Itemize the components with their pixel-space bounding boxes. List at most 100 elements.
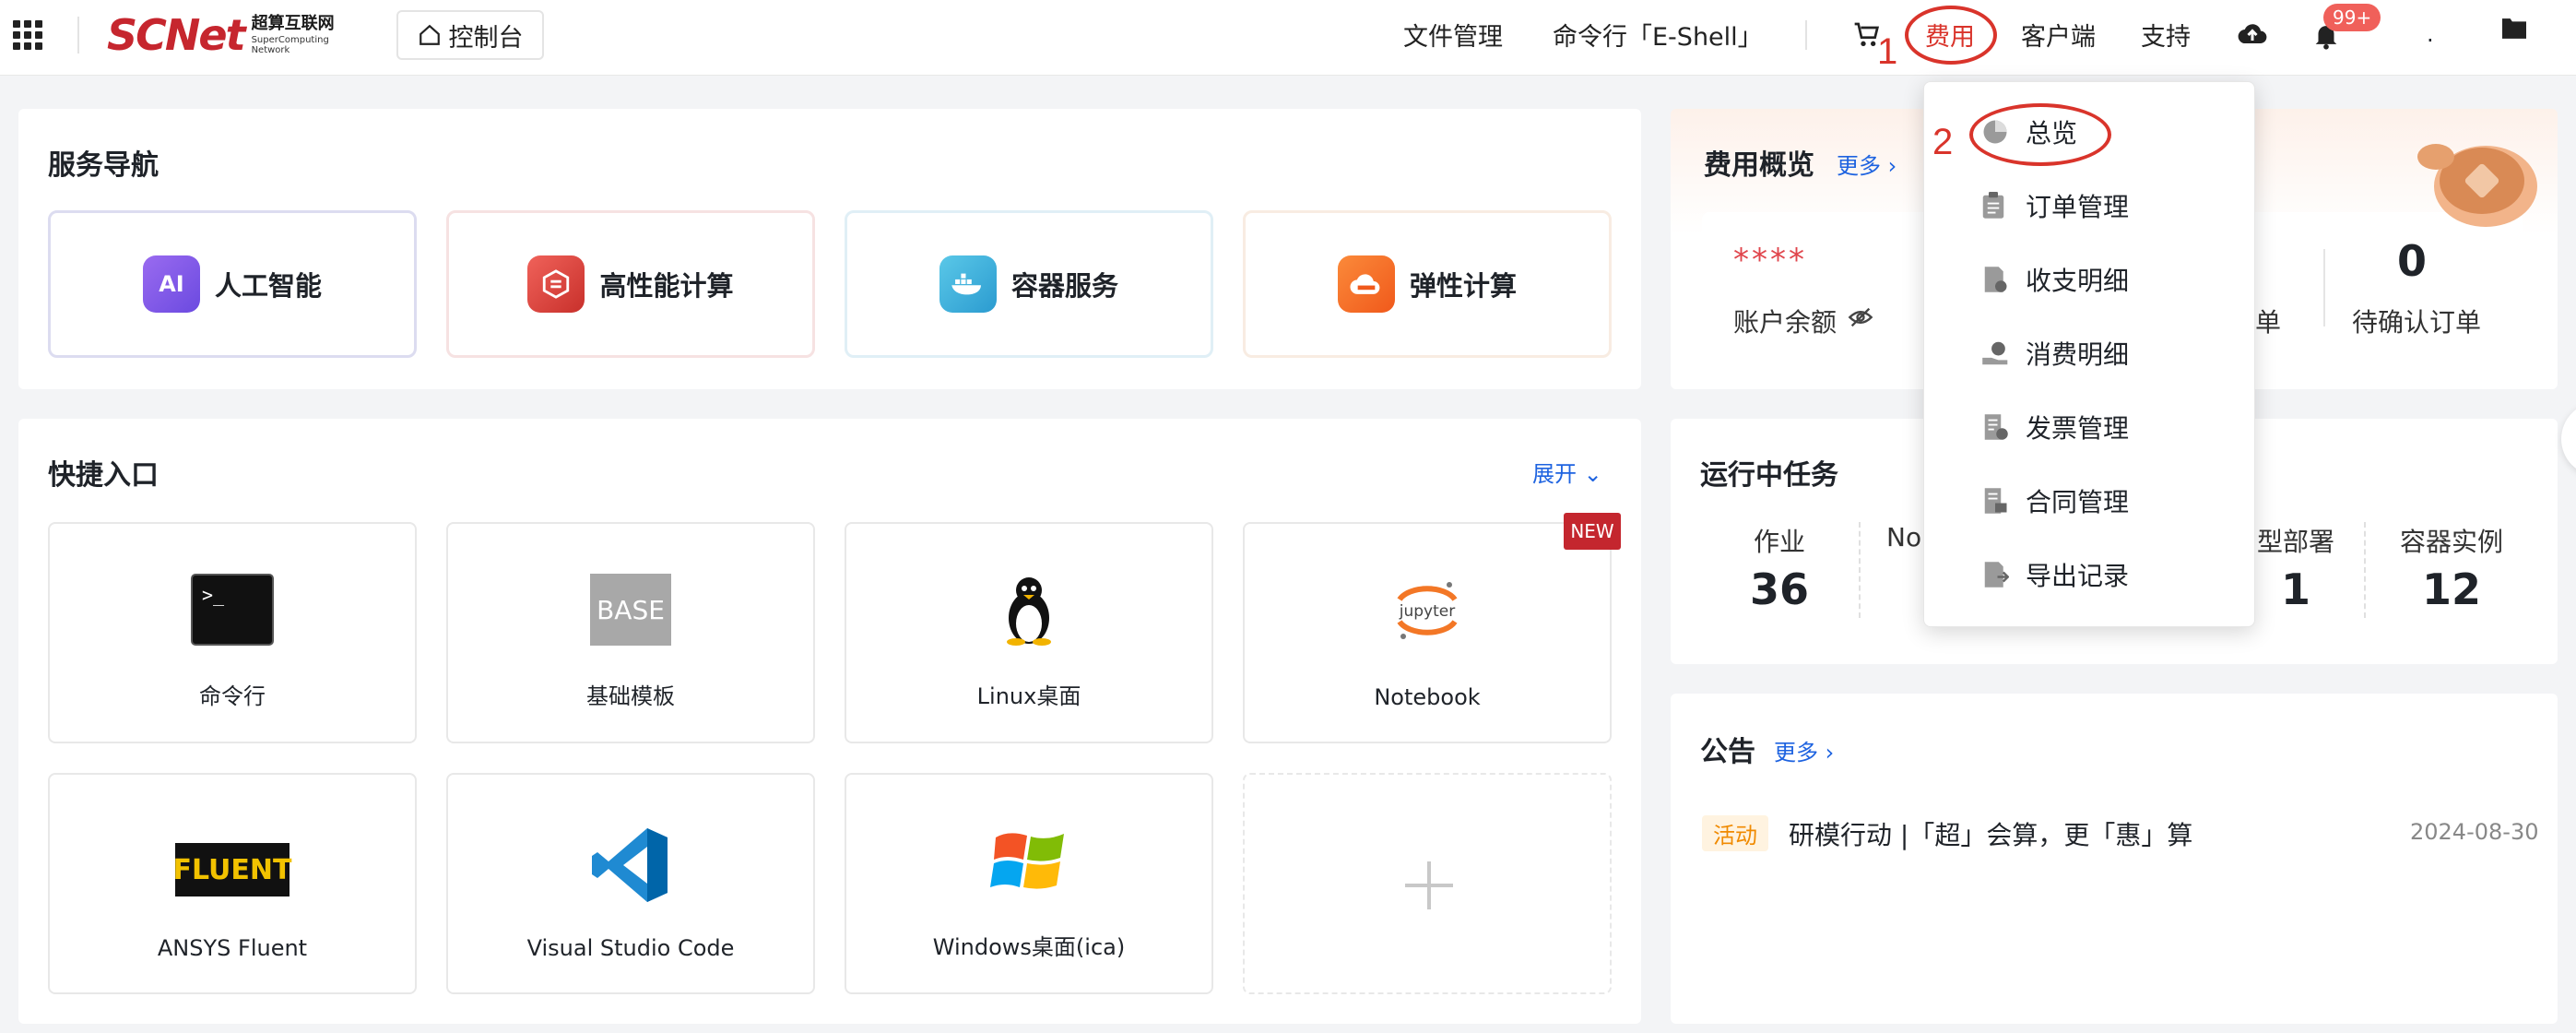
svg-text:>_: >_	[202, 584, 225, 606]
quick-notebook-label: Notebook	[1374, 684, 1481, 710]
fee-stat-divider	[2323, 249, 2325, 327]
service-elastic[interactable]: 弹性计算	[1243, 210, 1612, 358]
base-template-icon: BASE	[590, 574, 671, 646]
quick-add-button[interactable]	[1243, 773, 1612, 994]
step-2-annotation: 2	[1932, 122, 1954, 162]
eye-off-icon[interactable]	[1848, 306, 1873, 328]
fee-menu-export[interactable]: 导出记录	[1924, 547, 2256, 602]
quick-base-template-label: 基础模板	[586, 683, 675, 709]
quick-ansys-fluent-label: ANSYS Fluent	[157, 935, 308, 961]
app-grid-icon[interactable]	[13, 20, 42, 50]
service-container-label: 容器服务	[1010, 270, 1118, 302]
hpc-icon	[527, 255, 585, 313]
contract-icon	[1984, 488, 2007, 514]
quick-linux-desktop[interactable]: Linux桌面	[845, 522, 1213, 743]
nav-client[interactable]: 客户端	[2021, 17, 2096, 53]
announcement-tag: 活动	[1702, 815, 1768, 851]
logo-cn: 超算互联网	[251, 13, 335, 33]
jupyter-icon: jupyter	[1388, 574, 1466, 651]
announcement-more-link[interactable]: 更多 ›	[1774, 734, 1834, 766]
service-ai[interactable]: AI 人工智能	[48, 210, 417, 358]
fee-overview-title: 费用概览	[1704, 149, 1814, 182]
task-divider	[2364, 522, 2366, 618]
announcement-link[interactable]: 研模行动 |「超」会算，更「惠」算	[1789, 815, 2192, 852]
invoice-icon	[1984, 414, 2008, 440]
fee-dropdown-menu: 总览 订单管理 收支明细 消费明细 发票管理 合同管理 导出记录	[1923, 81, 2255, 627]
console-button[interactable]: 控制台	[396, 10, 544, 60]
balance-mask: ****	[1733, 242, 1807, 279]
expand-link[interactable]: 展开 ⌄	[1532, 456, 1602, 488]
overview-annotation-circle	[1969, 103, 2111, 166]
service-hpc-label: 高性能计算	[599, 270, 734, 302]
coin-illustration-icon	[2417, 144, 2537, 227]
terminal-icon: >_	[191, 574, 274, 649]
windows-icon	[990, 825, 1068, 902]
console-label: 控制台	[448, 23, 524, 53]
service-hpc[interactable]: 高性能计算	[446, 210, 815, 358]
scnet-logo[interactable]: SCNet 超算互联网 SuperComputing Network	[107, 10, 335, 60]
clipboard-icon	[1982, 192, 2004, 219]
service-container[interactable]: 容器服务	[845, 210, 1213, 358]
quick-terminal[interactable]: >_ 命令行	[48, 522, 417, 743]
vscode-icon	[590, 825, 671, 909]
quick-entry-title: 快捷入口	[48, 459, 159, 492]
fluent-icon: FLUENT	[173, 843, 291, 896]
fee-more-link[interactable]: 更多 ›	[1837, 148, 1897, 180]
nav-support[interactable]: 支持	[2141, 17, 2191, 53]
svg-text:jupyter: jupyter	[1399, 602, 1455, 621]
notification-badge: 99+	[2323, 4, 2381, 31]
folder-icon[interactable]	[2502, 18, 2526, 39]
task-container-label: 容器实例	[2399, 527, 2503, 557]
task-notebook-label: No	[1886, 522, 1922, 552]
fee-menu-orders[interactable]: 订单管理	[1924, 178, 2256, 233]
logo-text: SCNet	[107, 10, 246, 60]
service-elastic-label: 弹性计算	[1409, 270, 1517, 302]
fee-menu-consumption[interactable]: 消费明细	[1924, 326, 2256, 381]
header-divider	[77, 17, 79, 53]
fee-annotation-circle	[1905, 6, 1997, 65]
tux-icon	[999, 574, 1058, 649]
user-avatar-icon[interactable]: ·	[2427, 28, 2434, 53]
nav-eshell[interactable]: 命令行「E-Shell」	[1553, 17, 1763, 53]
new-badge: NEW	[1564, 513, 1621, 550]
quick-windows-desktop-label: Windows桌面(ica)	[932, 934, 1126, 960]
task-jobs-label: 作业	[1753, 527, 1805, 557]
task-model-deploy-label: 型部署	[2256, 527, 2334, 557]
task-model-deploy-value[interactable]: 1	[2240, 564, 2351, 614]
quick-ansys-fluent[interactable]: FLUENT ANSYS Fluent	[48, 773, 417, 994]
home-icon	[419, 24, 440, 45]
quick-vscode[interactable]: Visual Studio Code	[446, 773, 815, 994]
task-jobs-value[interactable]: 36	[1733, 564, 1826, 614]
logo-en: SuperComputing Network	[251, 34, 329, 55]
export-file-icon	[1984, 562, 2009, 588]
balance-label: 账户余额	[1733, 307, 1837, 338]
top-header: SCNet 超算互联网 SuperComputing Network 控制台 文…	[0, 0, 2576, 76]
quick-windows-desktop[interactable]: Windows桌面(ica)	[845, 773, 1213, 994]
quick-base-template[interactable]: BASE 基础模板	[446, 522, 815, 743]
step-1-annotation: 1	[1877, 31, 1898, 72]
announcement-title: 公告	[1700, 736, 1755, 768]
hand-coin-icon	[1982, 341, 2008, 365]
fee-menu-income-expense[interactable]: 收支明细	[1924, 252, 2256, 307]
document-money-icon	[1984, 267, 2007, 292]
service-ai-label: 人工智能	[214, 270, 322, 302]
running-tasks-title: 运行中任务	[1700, 459, 1838, 492]
quick-vscode-label: Visual Studio Code	[526, 935, 735, 961]
cloud-icon	[1337, 255, 1395, 313]
quick-notebook[interactable]: jupyter Notebook	[1243, 522, 1612, 743]
pending-orders-label: 待确认订单	[2351, 307, 2481, 338]
fee-menu-invoice[interactable]: 发票管理	[1924, 399, 2256, 455]
plus-icon	[1405, 861, 1453, 909]
announcement-date: 2024-08-30	[2410, 819, 2539, 845]
task-container-value[interactable]: 12	[2392, 564, 2511, 614]
nav-file-manager[interactable]: 文件管理	[1403, 17, 1503, 53]
quick-linux-desktop-label: Linux桌面	[976, 683, 1081, 709]
side-float-button[interactable]	[2561, 402, 2576, 476]
cloud-upload-icon[interactable]	[2235, 18, 2270, 52]
pending-orders-value: 0	[2396, 236, 2427, 286]
quick-terminal-label: 命令行	[199, 683, 266, 709]
nav-divider	[1805, 20, 1807, 50]
ai-icon: AI	[142, 255, 200, 313]
fee-menu-contract[interactable]: 合同管理	[1924, 473, 2256, 528]
service-nav-title: 服务导航	[48, 149, 159, 182]
